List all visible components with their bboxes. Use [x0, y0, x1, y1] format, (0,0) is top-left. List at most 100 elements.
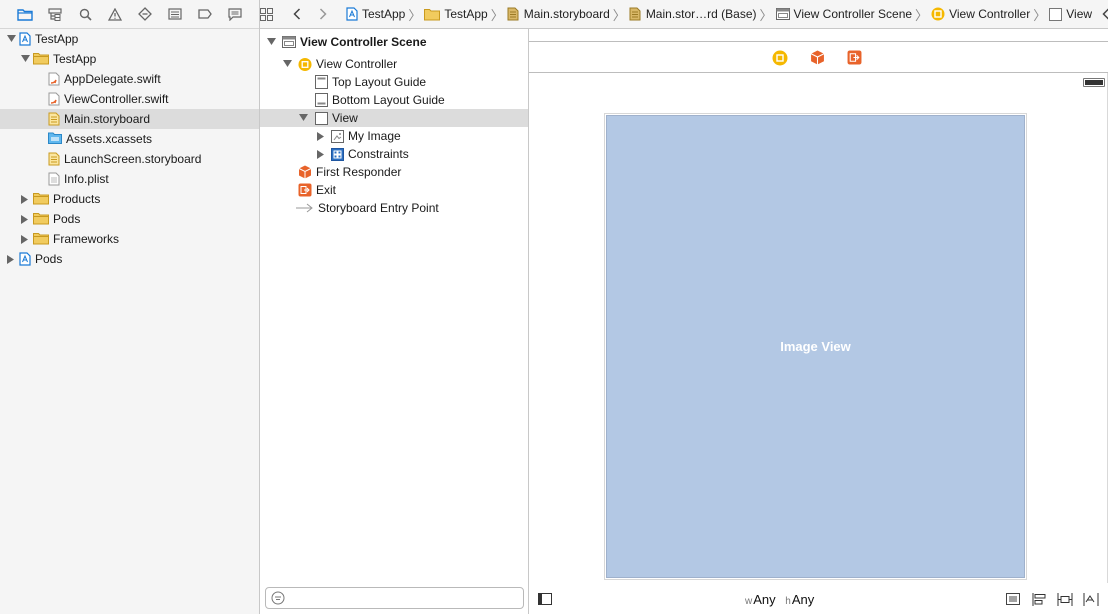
breadcrumb-label: Main.stor…rd (Base) — [645, 7, 757, 21]
view-icon — [314, 111, 328, 125]
project-navigator: TestApp TestApp AppDelegate.swift ViewCo… — [0, 0, 260, 614]
exit-dock-icon[interactable] — [847, 50, 862, 68]
storyboard-canvas[interactable]: Image View wAny hAny — [529, 29, 1108, 614]
tree-item-viewcontroller[interactable]: ViewController.swift — [0, 89, 259, 109]
project-navigator-button[interactable] — [10, 0, 40, 29]
tree-item-label: TestApp — [35, 32, 79, 46]
storyboard-icon — [629, 7, 641, 21]
outline-label: Bottom Layout Guide — [332, 93, 445, 107]
tree-item-assets[interactable]: Assets.xcassets — [0, 129, 259, 149]
symbol-navigator-button[interactable] — [40, 0, 70, 29]
outline-item-view[interactable]: View — [260, 109, 528, 127]
scene-icon — [282, 35, 296, 49]
outline-filter-field[interactable] — [265, 587, 524, 609]
previous-issue-button[interactable] — [1102, 8, 1108, 20]
outline-item-top-layout-guide[interactable]: Top Layout Guide — [260, 73, 528, 91]
disclosure-closed-icon[interactable] — [6, 254, 16, 264]
related-items-button[interactable] — [260, 7, 273, 21]
first-responder-dock-icon[interactable] — [810, 50, 825, 68]
layout-guide-icon — [314, 93, 328, 107]
outline-item-constraints[interactable]: Constraints — [260, 145, 528, 163]
disclosure-open-icon[interactable] — [20, 54, 30, 64]
disclosure-closed-icon[interactable] — [20, 194, 30, 204]
issue-navigator-button[interactable] — [100, 0, 130, 29]
tree-item-label: Frameworks — [53, 232, 120, 246]
breadcrumb-project[interactable]: TestApp — [346, 7, 405, 21]
outline-item-first-responder[interactable]: First Responder — [260, 163, 528, 181]
disclosure-closed-icon[interactable] — [20, 234, 30, 244]
outline-item-exit[interactable]: Exit — [260, 181, 528, 199]
disclosure-open-icon[interactable] — [282, 59, 292, 69]
tree-item-testapp-group[interactable]: TestApp — [0, 49, 259, 69]
outline-item-scene[interactable]: View Controller Scene — [260, 33, 528, 51]
breadcrumb-label: View Controller Scene — [793, 7, 913, 21]
test-navigator-button[interactable] — [130, 0, 160, 29]
outline-item-entry-point[interactable]: Storyboard Entry Point — [260, 199, 528, 217]
image-view[interactable]: Image View — [604, 113, 1027, 580]
breadcrumb-file[interactable]: Main.storyboard — [507, 7, 610, 21]
forward-button[interactable] — [319, 8, 327, 20]
breadcrumb-scene[interactable]: View Controller Scene — [775, 7, 913, 21]
exit-icon — [298, 183, 312, 197]
height-size-class: Any — [791, 592, 815, 607]
tree-item-main-storyboard[interactable]: Main.storyboard — [0, 109, 259, 129]
stack-icon — [1006, 593, 1020, 605]
outline-item-bottom-layout-guide[interactable]: Bottom Layout Guide — [260, 91, 528, 109]
image-view-label: Image View — [780, 339, 851, 354]
breadcrumb-separator: 〉 — [408, 7, 422, 23]
disclosure-closed-icon[interactable] — [316, 131, 326, 141]
tree-item-label: AppDelegate.swift — [64, 72, 161, 86]
tree-item-products[interactable]: Products — [0, 189, 259, 209]
debug-navigator-button[interactable] — [160, 0, 190, 29]
outline-item-view-controller[interactable]: View Controller — [260, 55, 528, 73]
tree-item-info-plist[interactable]: Info.plist — [0, 169, 259, 189]
canvas-bottom-bar: wAny hAny — [529, 586, 1108, 614]
breakpoint-navigator-button[interactable] — [190, 0, 220, 29]
tree-item-pods-group[interactable]: Pods — [0, 209, 259, 229]
update-frames-button[interactable] — [1006, 593, 1020, 608]
report-navigator-button[interactable] — [220, 0, 250, 29]
breadcrumb-separator: 〉 — [1033, 7, 1047, 23]
tree-item-pods-project[interactable]: Pods — [0, 249, 259, 269]
breadcrumb-label: Main.storyboard — [523, 7, 610, 21]
breadcrumb-localization[interactable]: Main.stor…rd (Base) — [629, 7, 757, 21]
swift-file-icon — [48, 72, 60, 86]
folder-icon — [33, 232, 49, 246]
find-navigator-button[interactable] — [70, 0, 100, 29]
battery-indicator-icon — [1083, 78, 1105, 87]
jump-bar: TestApp 〉 TestApp 〉 Main.storyboard 〉 Ma… — [260, 0, 1108, 29]
disclosure-closed-icon[interactable] — [316, 149, 326, 159]
folder-icon — [33, 52, 49, 66]
tree-item-label: Assets.xcassets — [66, 132, 153, 146]
view-controller-dock-icon[interactable] — [772, 50, 788, 69]
grid-icon — [260, 7, 273, 21]
breadcrumb-view-controller[interactable]: View Controller — [931, 7, 1030, 21]
scene-icon — [775, 8, 790, 20]
outline-item-my-image[interactable]: My Image — [260, 127, 528, 145]
resolve-issues-button[interactable] — [1083, 593, 1099, 609]
toggle-outline-button[interactable] — [538, 593, 552, 608]
tree-item-launchscreen[interactable]: LaunchScreen.storyboard — [0, 149, 259, 169]
pin-button[interactable] — [1057, 593, 1073, 609]
disclosure-open-icon[interactable] — [298, 113, 308, 123]
tree-item-appdelegate[interactable]: AppDelegate.swift — [0, 69, 259, 89]
breadcrumb-view[interactable]: View — [1049, 7, 1092, 21]
view-controller-icon — [298, 57, 312, 71]
breadcrumb-group[interactable]: TestApp — [424, 7, 488, 21]
layout-guide-icon — [314, 75, 328, 89]
disclosure-open-icon[interactable] — [6, 34, 16, 44]
folder-icon — [17, 8, 33, 21]
disclosure-open-icon[interactable] — [266, 37, 276, 47]
outline-label: View — [332, 111, 358, 125]
storyboard-icon — [48, 112, 60, 126]
tree-item-frameworks[interactable]: Frameworks — [0, 229, 259, 249]
width-prefix: w — [745, 596, 753, 607]
back-button[interactable] — [293, 8, 301, 20]
disclosure-closed-icon[interactable] — [20, 214, 30, 224]
tree-item-label: Products — [53, 192, 101, 206]
outline-label: Exit — [316, 183, 337, 197]
size-class-control[interactable]: wAny hAny — [745, 592, 814, 607]
align-button[interactable] — [1032, 593, 1047, 609]
tree-item-testapp-project[interactable]: TestApp — [0, 29, 259, 49]
breadcrumb-separator: 〉 — [612, 7, 626, 23]
